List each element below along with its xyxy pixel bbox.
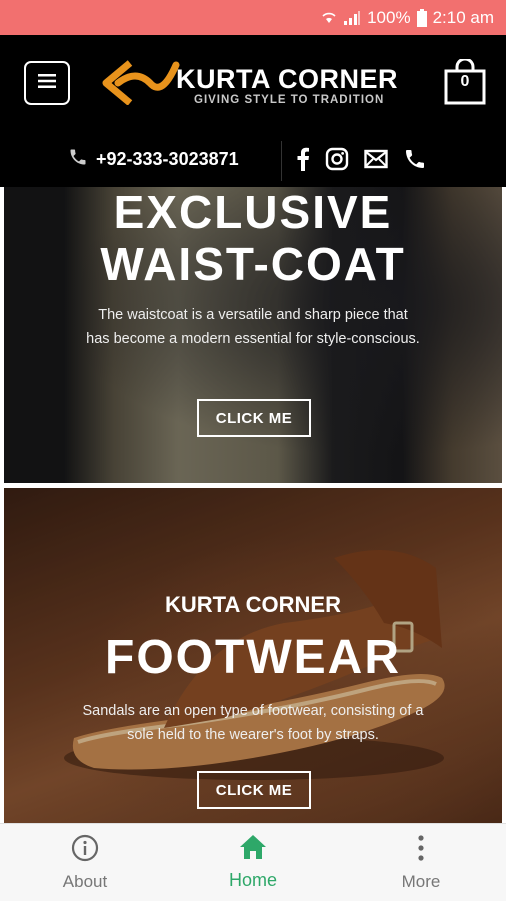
brand-name: KURTA CORNER [176, 64, 398, 94]
banner-description: Sandals are an open type of footwear, co… [82, 703, 424, 743]
wifi-icon [321, 11, 337, 25]
clock: 2:10 am [432, 7, 494, 27]
cart-button[interactable]: 0 [444, 57, 486, 105]
hamburger-icon [38, 73, 56, 93]
logo-mark-icon [102, 60, 180, 105]
banner-description: The waistcoat is a versatile and sharp p… [86, 307, 420, 347]
nav-more-label: More [401, 872, 441, 891]
contact-bar: +92-333-3023871 [0, 139, 506, 183]
instagram-icon[interactable] [325, 147, 349, 176]
call-icon[interactable] [403, 147, 427, 176]
banner-title-line2: WAIST-COAT [100, 238, 406, 290]
email-icon[interactable] [364, 149, 388, 174]
phone-number: +92-333-3023871 [96, 149, 239, 169]
social-links [296, 147, 427, 176]
home-icon [240, 835, 266, 859]
banner-title-line1: EXCLUSIVE [113, 187, 393, 238]
more-vertical-icon [418, 835, 424, 861]
battery-level: 100% [367, 7, 411, 27]
nav-about[interactable]: About [35, 834, 135, 892]
signal-icon [343, 10, 361, 26]
click-me-button[interactable]: CLICK ME [197, 399, 311, 437]
nav-about-label: About [62, 872, 108, 891]
battery-icon [416, 8, 427, 27]
status-bar: 100% 2:10 am [0, 0, 506, 35]
site-header: KURTA CORNER GIVING STYLE TO TRADITION 0… [0, 35, 506, 187]
nav-more[interactable]: More [371, 834, 471, 892]
phone-icon [68, 147, 88, 172]
menu-button[interactable] [24, 61, 70, 105]
banner-title: FOOTWEAR [105, 631, 401, 684]
nav-home-label: Home [228, 870, 277, 890]
info-icon [71, 834, 99, 862]
banner-subtitle: KURTA CORNER [165, 592, 341, 617]
footwear-banner[interactable]: KURTA CORNER FOOTWEAR Sandals are an ope… [4, 488, 502, 823]
nav-home[interactable]: Home [203, 834, 303, 891]
divider [281, 141, 282, 181]
cart-count: 0 [460, 73, 470, 90]
brand-tagline: GIVING STYLE TO TRADITION [194, 94, 385, 106]
logo[interactable]: KURTA CORNER GIVING STYLE TO TRADITION [100, 57, 420, 112]
waistcoat-banner[interactable]: EXCLUSIVE WAIST-COAT The waistcoat is a … [4, 187, 502, 483]
facebook-icon[interactable] [296, 147, 310, 176]
click-me-button[interactable]: CLICK ME [197, 771, 311, 809]
phone-link[interactable]: +92-333-3023871 [68, 147, 239, 172]
bottom-navigation: About Home More [0, 823, 506, 901]
